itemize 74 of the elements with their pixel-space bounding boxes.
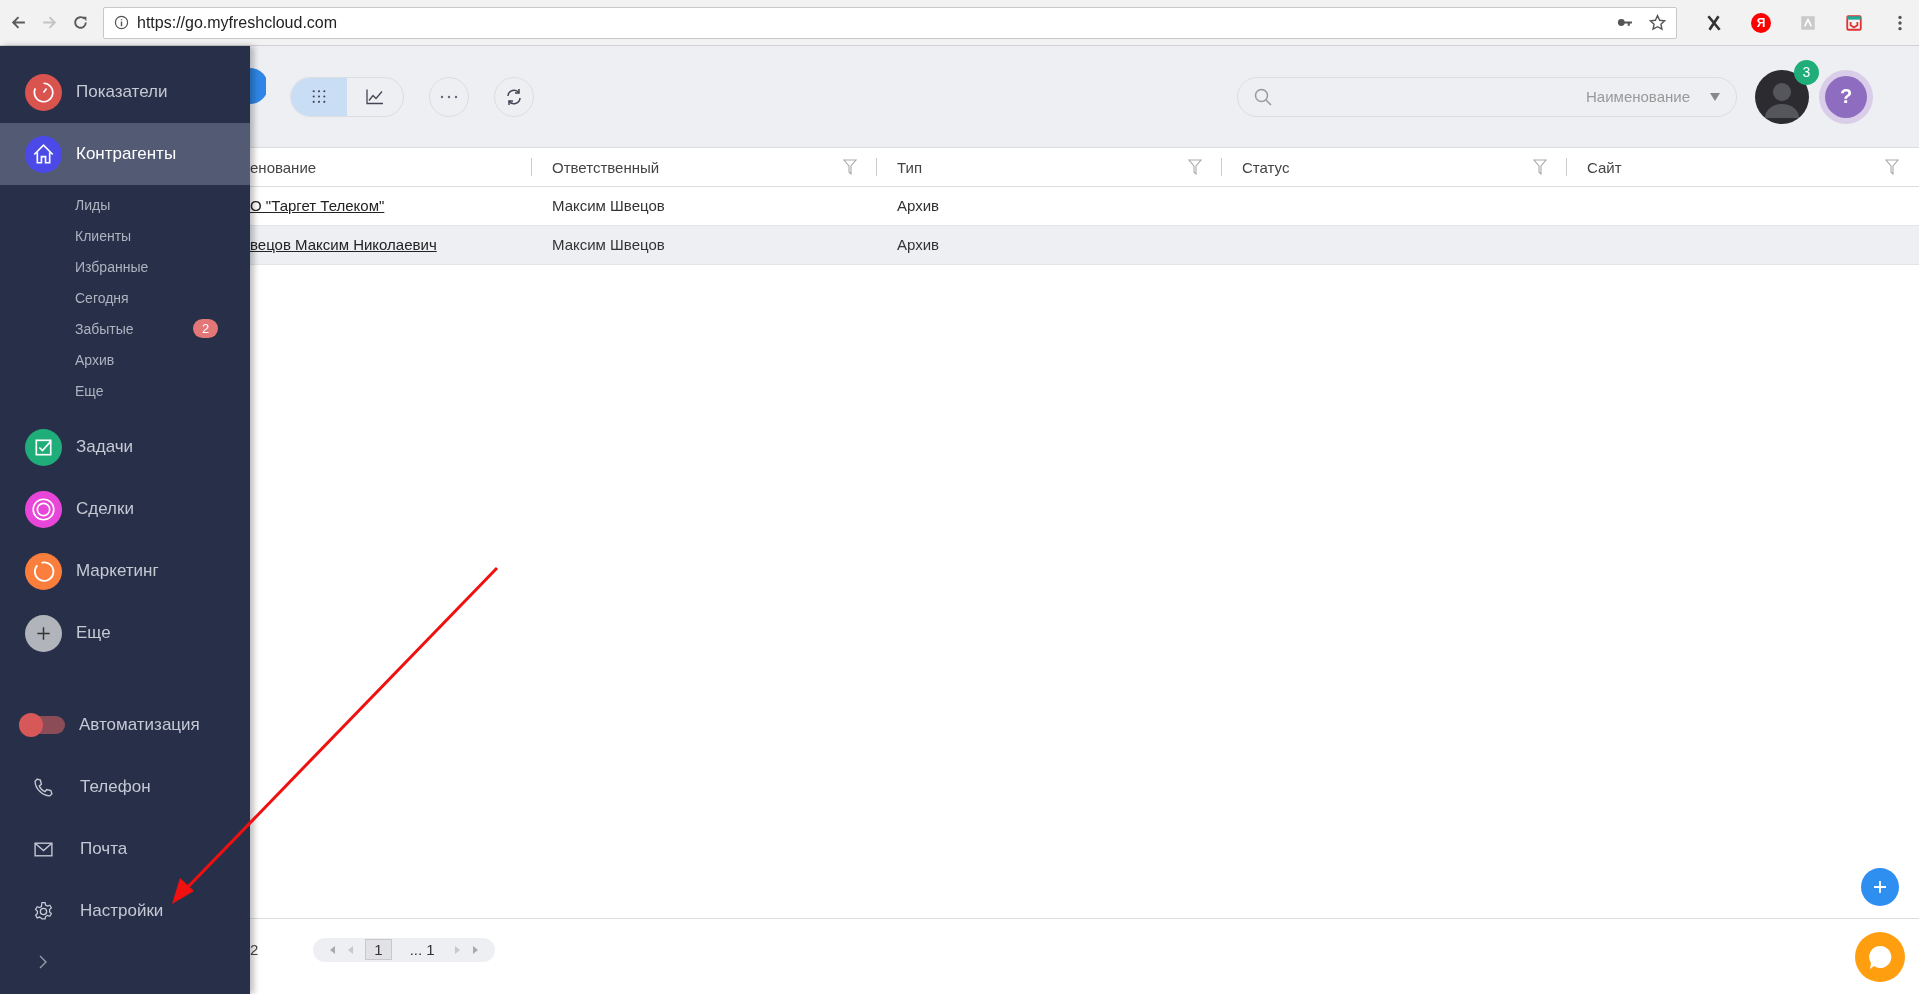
sidebar-label: Задачи [76, 437, 134, 457]
count-badge: 2 [193, 319, 219, 338]
sidebar-item[interactable]: Автоматизация [0, 694, 250, 756]
sidebar-subitem[interactable]: Архив [75, 351, 193, 368]
company-link[interactable]: О "Таргет Телеком" [250, 197, 385, 214]
chat-icon[interactable] [1855, 931, 1905, 982]
page-number[interactable]: ... 1 [401, 940, 443, 959]
sidebar-item[interactable]: Контрагенты [0, 123, 250, 185]
info-icon [114, 15, 129, 30]
sidebar-item[interactable]: Показатели [0, 61, 250, 123]
first-page-icon[interactable] [329, 945, 338, 954]
sidebar-item[interactable]: Маркетинг [0, 540, 250, 602]
chevron-right-icon[interactable] [38, 954, 48, 970]
filter-icon[interactable] [1533, 159, 1547, 175]
sidebar-label: Маркетинг [76, 561, 159, 581]
sidebar-item[interactable]: Настройки [0, 880, 250, 942]
column-header[interactable]: Ответственный [552, 158, 843, 176]
reload-icon[interactable] [72, 14, 89, 31]
search-icon [1254, 87, 1272, 106]
filter-icon[interactable] [843, 159, 857, 175]
sidebar-label: Еще [76, 623, 111, 643]
shield-icon[interactable] [1845, 13, 1863, 32]
grid-icon [310, 88, 328, 105]
notification-badge: 3 [1794, 59, 1819, 85]
column-header[interactable]: енование [250, 158, 512, 176]
sidebar-label: Сделки [76, 499, 134, 519]
cross-icon[interactable] [1705, 13, 1723, 32]
sidebar-subitem[interactable]: Сегодня [75, 289, 193, 306]
sidebar-item[interactable]: Задачи [0, 416, 250, 478]
sidebar-subitem[interactable]: Забытые [75, 320, 193, 337]
sidebar-label: Телефон [80, 777, 151, 797]
table-cell: Архив [897, 236, 940, 253]
sidebar-label: Показатели [76, 82, 168, 102]
table-cell: Архив [897, 197, 940, 214]
sidebar-label: Настройки [80, 901, 164, 921]
back-icon[interactable] [10, 14, 27, 31]
column-header[interactable]: Сайт [1587, 158, 1885, 176]
sidebar-label: Контрагенты [76, 144, 177, 164]
column-header[interactable]: Статус [1242, 158, 1533, 176]
column-header[interactable]: Тип [897, 158, 1188, 176]
toggle-switch[interactable] [19, 716, 65, 734]
table-row[interactable]: вецов Максим Николаевич Максим Швецов Архив [250, 226, 1919, 265]
refresh-button[interactable] [494, 76, 534, 117]
yandex-extension[interactable]: Я [1751, 12, 1771, 33]
caret-icon [1710, 92, 1720, 101]
sidebar-subitem[interactable]: Избранные [75, 258, 193, 275]
record-count: 2 [250, 941, 259, 958]
sidebar-item[interactable]: Телефон [0, 756, 250, 818]
sidebar-subitem[interactable]: Клиенты [75, 227, 193, 244]
line-chart-icon [366, 88, 384, 105]
sidebar-label: Почта [80, 839, 128, 859]
sidebar-item[interactable]: Почта [0, 818, 250, 880]
refresh-icon [504, 86, 524, 107]
settings-icon [33, 900, 54, 922]
sidebar-item[interactable]: Сделки [0, 478, 250, 540]
star-icon[interactable] [1649, 14, 1666, 31]
sidebar-item[interactable]: Еще [0, 602, 250, 664]
ellipsis-icon [439, 93, 459, 100]
filter-icon[interactable] [1885, 159, 1899, 175]
company-link[interactable]: вецов Максим Николаевич [250, 236, 437, 253]
phone-icon [33, 776, 54, 798]
table-cell: Максим Швецов [552, 236, 665, 253]
add-button[interactable] [250, 68, 266, 104]
sidebar-label: Автоматизация [79, 715, 200, 735]
add-button[interactable] [1861, 868, 1899, 906]
sidebar-subitem[interactable]: Лиды [75, 196, 193, 213]
sidebar-subitem[interactable]: Еще [75, 382, 193, 399]
user-avatar[interactable] [1755, 69, 1809, 124]
filter-icon[interactable] [1188, 159, 1202, 175]
address-bar[interactable]: https://go.myfreshcloud.com [103, 6, 1677, 39]
last-page-icon[interactable] [470, 945, 479, 954]
url-text: https://go.myfreshcloud.com [137, 13, 339, 32]
table-cell: Максим Швецов [552, 197, 665, 214]
page-number[interactable]: 1 [365, 939, 392, 960]
